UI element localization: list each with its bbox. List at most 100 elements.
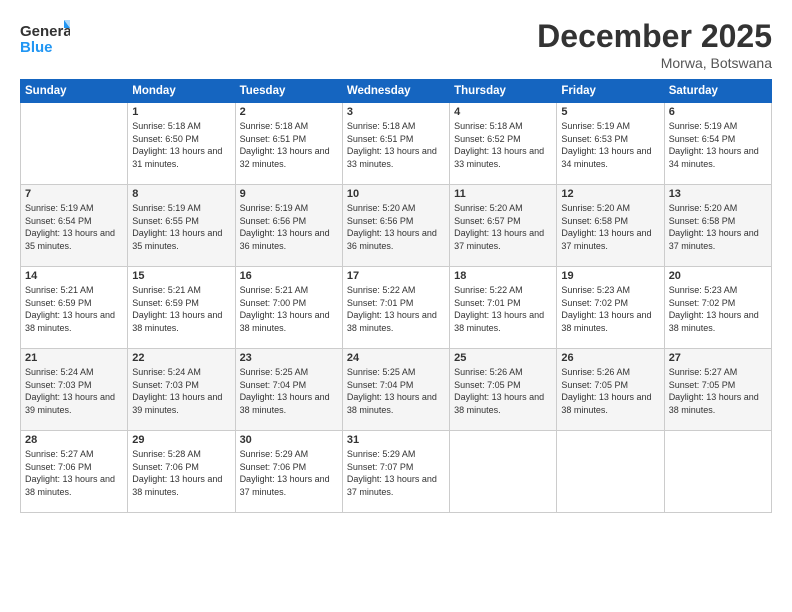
- week-row-2: 7 Sunrise: 5:19 AMSunset: 6:54 PMDayligh…: [21, 185, 772, 267]
- day-cell: 7 Sunrise: 5:19 AMSunset: 6:54 PMDayligh…: [21, 185, 128, 267]
- day-header-saturday: Saturday: [664, 80, 771, 103]
- day-number: 24: [347, 352, 445, 364]
- cell-info: Sunrise: 5:24 AMSunset: 7:03 PMDaylight:…: [132, 366, 230, 416]
- day-number: 19: [561, 270, 659, 282]
- day-cell: 19 Sunrise: 5:23 AMSunset: 7:02 PMDaylig…: [557, 267, 664, 349]
- svg-text:General: General: [20, 23, 70, 40]
- day-cell: 22 Sunrise: 5:24 AMSunset: 7:03 PMDaylig…: [128, 349, 235, 431]
- svg-text:Blue: Blue: [20, 39, 53, 56]
- day-number: 1: [132, 106, 230, 118]
- cell-info: Sunrise: 5:26 AMSunset: 7:05 PMDaylight:…: [454, 366, 552, 416]
- day-cell: 20 Sunrise: 5:23 AMSunset: 7:02 PMDaylig…: [664, 267, 771, 349]
- day-cell: 1 Sunrise: 5:18 AMSunset: 6:50 PMDayligh…: [128, 103, 235, 185]
- day-cell: 29 Sunrise: 5:28 AMSunset: 7:06 PMDaylig…: [128, 431, 235, 513]
- day-header-friday: Friday: [557, 80, 664, 103]
- cell-info: Sunrise: 5:18 AMSunset: 6:50 PMDaylight:…: [132, 120, 230, 170]
- cell-info: Sunrise: 5:19 AMSunset: 6:54 PMDaylight:…: [25, 202, 123, 252]
- day-cell: 9 Sunrise: 5:19 AMSunset: 6:56 PMDayligh…: [235, 185, 342, 267]
- day-header-wednesday: Wednesday: [342, 80, 449, 103]
- day-cell: 13 Sunrise: 5:20 AMSunset: 6:58 PMDaylig…: [664, 185, 771, 267]
- day-cell: 4 Sunrise: 5:18 AMSunset: 6:52 PMDayligh…: [450, 103, 557, 185]
- month-title: December 2025: [537, 18, 772, 55]
- cell-info: Sunrise: 5:25 AMSunset: 7:04 PMDaylight:…: [347, 366, 445, 416]
- day-number: 21: [25, 352, 123, 364]
- day-number: 23: [240, 352, 338, 364]
- cell-info: Sunrise: 5:18 AMSunset: 6:51 PMDaylight:…: [240, 120, 338, 170]
- day-number: 5: [561, 106, 659, 118]
- location: Morwa, Botswana: [537, 55, 772, 71]
- cell-info: Sunrise: 5:21 AMSunset: 7:00 PMDaylight:…: [240, 284, 338, 334]
- logo: General Blue: [20, 18, 70, 58]
- day-cell: 24 Sunrise: 5:25 AMSunset: 7:04 PMDaylig…: [342, 349, 449, 431]
- day-number: 15: [132, 270, 230, 282]
- day-number: 18: [454, 270, 552, 282]
- cell-info: Sunrise: 5:21 AMSunset: 6:59 PMDaylight:…: [25, 284, 123, 334]
- day-cell: 18 Sunrise: 5:22 AMSunset: 7:01 PMDaylig…: [450, 267, 557, 349]
- cell-info: Sunrise: 5:22 AMSunset: 7:01 PMDaylight:…: [454, 284, 552, 334]
- day-number: 20: [669, 270, 767, 282]
- cell-info: Sunrise: 5:19 AMSunset: 6:55 PMDaylight:…: [132, 202, 230, 252]
- cell-info: Sunrise: 5:23 AMSunset: 7:02 PMDaylight:…: [669, 284, 767, 334]
- header: General Blue December 2025 Morwa, Botswa…: [20, 18, 772, 71]
- day-cell: [557, 431, 664, 513]
- cell-info: Sunrise: 5:19 AMSunset: 6:53 PMDaylight:…: [561, 120, 659, 170]
- day-number: 2: [240, 106, 338, 118]
- logo-svg: General Blue: [20, 18, 70, 58]
- day-cell: 26 Sunrise: 5:26 AMSunset: 7:05 PMDaylig…: [557, 349, 664, 431]
- cell-info: Sunrise: 5:22 AMSunset: 7:01 PMDaylight:…: [347, 284, 445, 334]
- day-number: 13: [669, 188, 767, 200]
- day-cell: 15 Sunrise: 5:21 AMSunset: 6:59 PMDaylig…: [128, 267, 235, 349]
- cell-info: Sunrise: 5:20 AMSunset: 6:56 PMDaylight:…: [347, 202, 445, 252]
- cell-info: Sunrise: 5:29 AMSunset: 7:06 PMDaylight:…: [240, 448, 338, 498]
- calendar-page: General Blue December 2025 Morwa, Botswa…: [0, 0, 792, 612]
- cell-info: Sunrise: 5:27 AMSunset: 7:06 PMDaylight:…: [25, 448, 123, 498]
- day-number: 22: [132, 352, 230, 364]
- day-number: 17: [347, 270, 445, 282]
- calendar-table: SundayMondayTuesdayWednesdayThursdayFrid…: [20, 79, 772, 513]
- day-number: 30: [240, 434, 338, 446]
- day-cell: 25 Sunrise: 5:26 AMSunset: 7:05 PMDaylig…: [450, 349, 557, 431]
- day-header-tuesday: Tuesday: [235, 80, 342, 103]
- day-number: 11: [454, 188, 552, 200]
- cell-info: Sunrise: 5:20 AMSunset: 6:58 PMDaylight:…: [669, 202, 767, 252]
- day-cell: 10 Sunrise: 5:20 AMSunset: 6:56 PMDaylig…: [342, 185, 449, 267]
- day-cell: 2 Sunrise: 5:18 AMSunset: 6:51 PMDayligh…: [235, 103, 342, 185]
- week-row-4: 21 Sunrise: 5:24 AMSunset: 7:03 PMDaylig…: [21, 349, 772, 431]
- cell-info: Sunrise: 5:29 AMSunset: 7:07 PMDaylight:…: [347, 448, 445, 498]
- day-header-thursday: Thursday: [450, 80, 557, 103]
- cell-info: Sunrise: 5:27 AMSunset: 7:05 PMDaylight:…: [669, 366, 767, 416]
- day-cell: [664, 431, 771, 513]
- day-cell: 21 Sunrise: 5:24 AMSunset: 7:03 PMDaylig…: [21, 349, 128, 431]
- day-number: 7: [25, 188, 123, 200]
- day-cell: 27 Sunrise: 5:27 AMSunset: 7:05 PMDaylig…: [664, 349, 771, 431]
- day-number: 27: [669, 352, 767, 364]
- day-number: 25: [454, 352, 552, 364]
- cell-info: Sunrise: 5:26 AMSunset: 7:05 PMDaylight:…: [561, 366, 659, 416]
- day-header-row: SundayMondayTuesdayWednesdayThursdayFrid…: [21, 80, 772, 103]
- day-cell: 16 Sunrise: 5:21 AMSunset: 7:00 PMDaylig…: [235, 267, 342, 349]
- day-header-sunday: Sunday: [21, 80, 128, 103]
- day-cell: 5 Sunrise: 5:19 AMSunset: 6:53 PMDayligh…: [557, 103, 664, 185]
- day-number: 3: [347, 106, 445, 118]
- day-cell: 14 Sunrise: 5:21 AMSunset: 6:59 PMDaylig…: [21, 267, 128, 349]
- cell-info: Sunrise: 5:20 AMSunset: 6:58 PMDaylight:…: [561, 202, 659, 252]
- day-cell: 11 Sunrise: 5:20 AMSunset: 6:57 PMDaylig…: [450, 185, 557, 267]
- cell-info: Sunrise: 5:20 AMSunset: 6:57 PMDaylight:…: [454, 202, 552, 252]
- week-row-5: 28 Sunrise: 5:27 AMSunset: 7:06 PMDaylig…: [21, 431, 772, 513]
- day-cell: 17 Sunrise: 5:22 AMSunset: 7:01 PMDaylig…: [342, 267, 449, 349]
- week-row-3: 14 Sunrise: 5:21 AMSunset: 6:59 PMDaylig…: [21, 267, 772, 349]
- cell-info: Sunrise: 5:24 AMSunset: 7:03 PMDaylight:…: [25, 366, 123, 416]
- day-cell: 30 Sunrise: 5:29 AMSunset: 7:06 PMDaylig…: [235, 431, 342, 513]
- day-number: 28: [25, 434, 123, 446]
- cell-info: Sunrise: 5:18 AMSunset: 6:52 PMDaylight:…: [454, 120, 552, 170]
- day-number: 6: [669, 106, 767, 118]
- day-number: 8: [132, 188, 230, 200]
- day-number: 14: [25, 270, 123, 282]
- week-row-1: 1 Sunrise: 5:18 AMSunset: 6:50 PMDayligh…: [21, 103, 772, 185]
- day-number: 29: [132, 434, 230, 446]
- cell-info: Sunrise: 5:25 AMSunset: 7:04 PMDaylight:…: [240, 366, 338, 416]
- day-number: 10: [347, 188, 445, 200]
- day-cell: 28 Sunrise: 5:27 AMSunset: 7:06 PMDaylig…: [21, 431, 128, 513]
- day-number: 16: [240, 270, 338, 282]
- day-cell: 31 Sunrise: 5:29 AMSunset: 7:07 PMDaylig…: [342, 431, 449, 513]
